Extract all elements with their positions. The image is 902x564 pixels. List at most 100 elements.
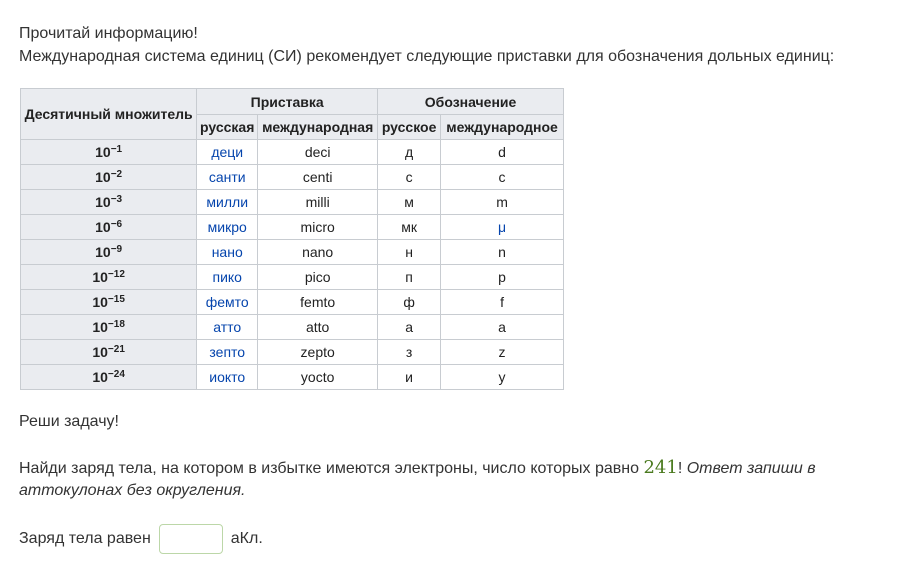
table-row: 10−9 нано nano н n [19, 239, 564, 265]
international-prefix: centi [257, 164, 379, 190]
multiplier-exponent: −21 [107, 344, 125, 355]
answer-label: Заряд тела равен [19, 530, 151, 547]
header-international-symbol: международное [440, 114, 564, 140]
russian-symbol: н [377, 239, 442, 265]
international-prefix: pico [257, 264, 379, 290]
russian-symbol: п [377, 264, 442, 290]
electron-count: 241 [643, 457, 678, 478]
russian-prefix-link[interactable]: иокто [196, 364, 259, 390]
multiplier-exponent: −24 [107, 369, 125, 380]
russian-symbol: мк [377, 214, 442, 240]
russian-prefix-link[interactable]: микро [196, 214, 259, 240]
intro-description: Международная система единиц (СИ) рекоме… [19, 48, 835, 65]
multiplier-cell: 10−6 [19, 214, 198, 240]
international-symbol: d [440, 139, 564, 165]
table-header-row: Десятичный множитель Приставка Обозначен… [19, 88, 564, 140]
multiplier-base: 10 [95, 219, 111, 235]
russian-prefix-link[interactable]: санти [196, 164, 259, 190]
multiplier-exponent: −15 [107, 294, 125, 305]
multiplier-cell: 10−3 [19, 189, 198, 215]
russian-symbol: м [377, 189, 442, 215]
russian-prefix-link[interactable]: милли [196, 189, 259, 215]
task-text-before: Найди заряд тела, на котором в избытке и… [19, 460, 644, 477]
multiplier-cell: 10−24 [19, 364, 198, 390]
multiplier-base: 10 [92, 269, 108, 285]
international-symbol: a [440, 314, 564, 340]
header-prefix: Приставка [196, 88, 379, 115]
table-row: 10−12 пико pico п p [19, 264, 564, 290]
international-prefix: femto [257, 289, 379, 315]
international-symbol: p [440, 264, 564, 290]
table-row: 10−3 милли milli м m [19, 189, 564, 215]
multiplier-cell: 10−9 [19, 239, 198, 265]
multiplier-exponent: −2 [110, 169, 123, 180]
header-russian-symbol: русское [377, 114, 442, 140]
international-prefix: milli [257, 189, 379, 215]
russian-prefix-link[interactable]: нано [196, 239, 259, 265]
table-row: 10−24 иокто yocto и y [19, 364, 564, 390]
international-prefix: zepto [257, 339, 379, 365]
international-prefix: micro [257, 214, 379, 240]
multiplier-base: 10 [92, 319, 108, 335]
header-russian: русская [196, 114, 259, 140]
multiplier-base: 10 [95, 169, 111, 185]
international-prefix: nano [257, 239, 379, 265]
multiplier-exponent: −12 [107, 269, 125, 280]
multiplier-base: 10 [92, 344, 108, 360]
table-row: 10−15 фемто femto ф f [19, 289, 564, 315]
multiplier-cell: 10−12 [19, 264, 198, 290]
table-row: 10−18 атто atto а a [19, 314, 564, 340]
international-prefix: deci [257, 139, 379, 165]
russian-prefix-link[interactable]: зепто [196, 339, 259, 365]
russian-symbol: д [377, 139, 442, 165]
multiplier-base: 10 [92, 369, 108, 385]
multiplier-exponent: −6 [110, 219, 123, 230]
russian-prefix-link[interactable]: деци [196, 139, 259, 165]
international-prefix: atto [257, 314, 379, 340]
russian-symbol: ф [377, 289, 442, 315]
header-multiplier: Десятичный множитель [19, 88, 198, 140]
charge-answer-input[interactable] [158, 524, 223, 554]
si-prefix-table: Десятичный множитель Приставка Обозначен… [19, 88, 564, 390]
international-symbol: n [440, 239, 564, 265]
international-symbol: c [440, 164, 564, 190]
international-prefix: yocto [257, 364, 379, 390]
header-symbol: Обозначение [377, 88, 564, 115]
task-heading: Реши задачу! [19, 413, 119, 430]
intro-heading: Прочитай информацию! [19, 25, 198, 42]
multiplier-exponent: −1 [110, 144, 123, 155]
russian-symbol: и [377, 364, 442, 390]
table-row: 10−2 санти centi с c [19, 164, 564, 190]
answer-row: Заряд тела равен аКл. [19, 522, 263, 556]
multiplier-cell: 10−1 [19, 139, 198, 165]
international-symbol: y [440, 364, 564, 390]
multiplier-cell: 10−21 [19, 339, 198, 365]
russian-symbol: с [377, 164, 442, 190]
task-text: Найди заряд тела, на котором в избытке и… [19, 457, 879, 502]
multiplier-base: 10 [95, 194, 111, 210]
multiplier-exponent: −18 [107, 319, 125, 330]
intro: Прочитай информацию! Международная систе… [19, 22, 834, 68]
russian-prefix-link[interactable]: атто [196, 314, 259, 340]
table-row: 10−1 деци deci д d [19, 139, 564, 165]
international-symbol: f [440, 289, 564, 315]
table-row: 10−21 зепто zepto з z [19, 339, 564, 365]
international-symbol: z [440, 339, 564, 365]
international-symbol: m [440, 189, 564, 215]
multiplier-cell: 10−18 [19, 314, 198, 340]
multiplier-exponent: −9 [110, 244, 123, 255]
multiplier-cell: 10−2 [19, 164, 198, 190]
russian-symbol: з [377, 339, 442, 365]
international-symbol-link[interactable]: μ [440, 214, 564, 240]
header-international: международная [257, 114, 379, 140]
russian-symbol: а [377, 314, 442, 340]
answer-unit: аКл. [230, 530, 263, 547]
multiplier-cell: 10−15 [19, 289, 198, 315]
multiplier-base: 10 [95, 244, 111, 260]
task-text-after: ! [677, 460, 687, 477]
multiplier-exponent: −3 [110, 194, 123, 205]
table-row: 10−6 микро micro мк μ [19, 214, 564, 240]
russian-prefix-link[interactable]: пико [196, 264, 259, 290]
multiplier-base: 10 [92, 294, 108, 310]
russian-prefix-link[interactable]: фемто [196, 289, 259, 315]
